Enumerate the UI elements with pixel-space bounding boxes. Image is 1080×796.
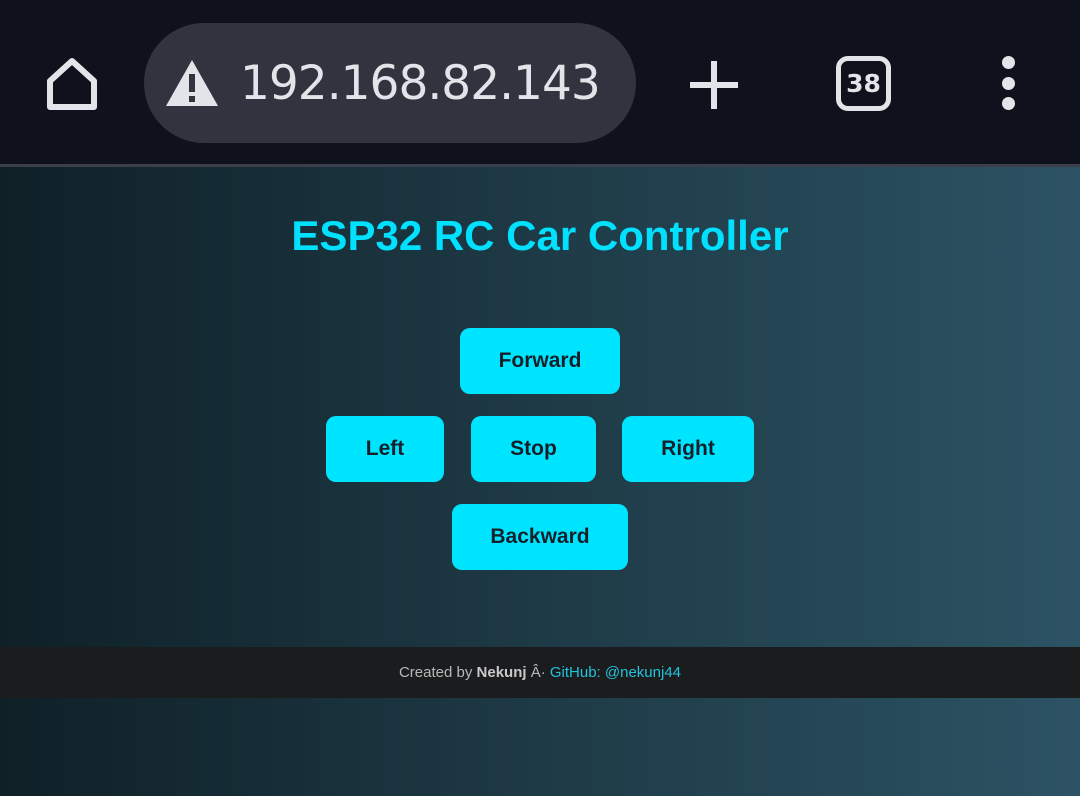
more-vert-icon[interactable]: [988, 56, 1028, 110]
footer-separator: Â·: [526, 664, 550, 681]
menu-dot: [1001, 56, 1015, 69]
github-link[interactable]: GitHub: @nekunj44: [550, 664, 681, 681]
left-button[interactable]: Left: [326, 416, 444, 482]
footer-prefix: Created by: [398, 664, 477, 681]
right-button[interactable]: Right: [622, 416, 754, 482]
tab-switcher-button[interactable]: 38: [836, 56, 891, 111]
url-text: 192.168.82.143: [240, 55, 601, 111]
stop-button[interactable]: Stop: [471, 416, 596, 482]
warning-icon[interactable]: [164, 58, 220, 108]
plus-icon: [690, 61, 738, 109]
home-button[interactable]: [40, 52, 104, 116]
browser-toolbar: 192.168.82.143 38: [0, 0, 1080, 167]
backward-button[interactable]: Backward: [452, 504, 628, 570]
footer: Created by Nekunj Â· GitHub: @nekunj44: [0, 647, 1080, 698]
page-title: ESP32 RC Car Controller: [291, 212, 789, 259]
new-tab-button[interactable]: [684, 55, 744, 115]
address-bar[interactable]: 192.168.82.143: [144, 23, 636, 143]
tab-count: 38: [846, 69, 881, 98]
home-icon: [47, 58, 97, 110]
menu-dot: [1001, 76, 1015, 90]
menu-dot: [1001, 97, 1015, 110]
footer-author: Nekunj: [476, 664, 527, 681]
forward-button[interactable]: Forward: [460, 328, 620, 394]
